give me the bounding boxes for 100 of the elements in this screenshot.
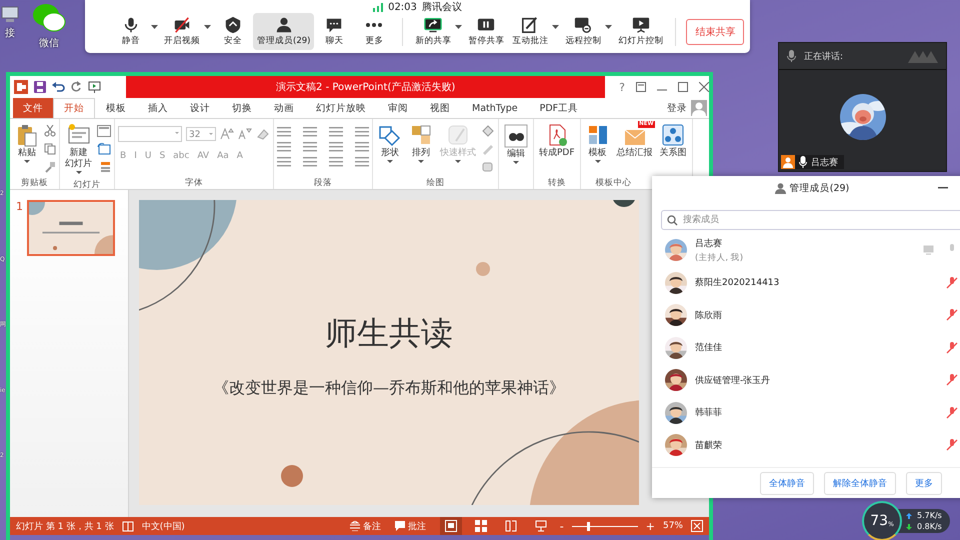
ribbon-button[interactable]: 新建 幻灯片 (63, 121, 94, 179)
desktop-icon-label[interactable]: 接 (5, 26, 15, 40)
upload-icon (906, 512, 912, 518)
notes-button[interactable]: 备注 (350, 520, 381, 532)
zoom-level[interactable]: 57% (662, 521, 683, 531)
paragraph-tools-drawing[interactable] (277, 125, 369, 169)
ribbon-tab[interactable]: 幻灯片放映 (305, 98, 377, 118)
slide-subtitle[interactable]: 《改变世界是一种信仰—乔布斯和他的苹果神话》 (213, 378, 565, 399)
upload-speed: 5.7K/s (917, 511, 942, 520)
ribbon-button[interactable]: 排列 (407, 121, 435, 168)
file-tab[interactable]: 文件 (13, 98, 53, 118)
comments-button[interactable]: 批注 (394, 520, 426, 532)
caret-icon[interactable] (552, 24, 560, 28)
caret-icon[interactable] (151, 24, 158, 28)
ribbon-button[interactable]: 转成PDF (537, 121, 577, 161)
app-icon[interactable] (14, 80, 28, 94)
ribbon-tab[interactable]: 动画 (263, 98, 305, 118)
toolbar-button[interactable]: 新的共享 (411, 13, 456, 50)
slide[interactable]: 师生共读 《改变世界是一种信仰—乔布斯和他的苹果神话》 (139, 200, 639, 505)
font-name-field[interactable] (118, 126, 182, 142)
zoom-in-button[interactable]: + (646, 520, 655, 532)
ribbon-tab[interactable]: 审阅 (377, 98, 419, 118)
ribbon-tab[interactable]: 视图 (419, 98, 461, 118)
end-share-button[interactable]: 结束共享 (686, 18, 744, 44)
maximize-icon[interactable] (678, 82, 688, 92)
chat-bubbles-icon[interactable] (32, 2, 66, 34)
toolbar-button[interactable]: 管理成员(29) (253, 13, 314, 50)
ribbon-tab[interactable]: PDF工具 (528, 98, 590, 118)
ribbon-button[interactable]: 形状 (376, 121, 404, 168)
slide-thumbnail[interactable] (27, 200, 115, 256)
sign-in-link[interactable]: 登录 (667, 102, 687, 114)
ribbon-tab[interactable]: 开始 (53, 98, 95, 118)
ribbon-tab[interactable]: 设计 (179, 98, 221, 118)
zoom-out-button[interactable]: - (560, 520, 564, 532)
scissors-icon[interactable] (44, 125, 56, 137)
caret-icon[interactable] (455, 24, 462, 28)
save-icon[interactable] (34, 81, 46, 93)
ribbon-button[interactable]: 模板 (584, 121, 612, 168)
ribbon-tab[interactable]: MathType (461, 98, 529, 118)
slideshow-icon[interactable] (88, 81, 101, 93)
reset-icon[interactable] (97, 143, 111, 155)
close-icon[interactable] (699, 82, 709, 92)
toolbar-button[interactable]: 更多 (354, 13, 394, 50)
ribbon-tab[interactable]: 切换 (221, 98, 263, 118)
ribbon-button[interactable]: 编辑 (502, 122, 530, 169)
toolbar-button[interactable]: 互动批注 (508, 13, 552, 50)
muted-microphone-icon[interactable] (946, 309, 958, 322)
ribbon-group-label: 绘图 (426, 177, 444, 189)
computer-icon[interactable] (0, 4, 20, 24)
person-icon (774, 182, 786, 194)
brush-icon[interactable] (44, 161, 56, 173)
view-button[interactable] (440, 517, 462, 535)
muted-microphone-icon[interactable] (946, 439, 958, 452)
toolbar-button[interactable]: 远程控制 (561, 13, 606, 50)
download-icon (906, 524, 912, 530)
shield-icon (224, 16, 242, 34)
slide-title[interactable]: 师生共读 (325, 312, 453, 356)
ribbon-button[interactable]: 关系图 (658, 121, 689, 161)
grow-font-icon[interactable] (220, 128, 234, 140)
ribbon-tab[interactable]: 模板 (95, 98, 137, 118)
layout-icon[interactable] (97, 125, 111, 137)
window-title: 演示文稿2 - PowerPoint(产品激活失败) (276, 80, 456, 94)
muted-microphone-icon[interactable] (946, 374, 958, 386)
caret-icon[interactable] (204, 24, 211, 28)
shrink-font-icon[interactable] (238, 128, 252, 140)
minimize-icon[interactable] (938, 187, 948, 189)
fill-icon[interactable] (481, 125, 495, 137)
toolbar-button[interactable]: 暂停共享 (464, 13, 508, 50)
member-action-button[interactable]: 全体静音 (760, 472, 814, 494)
undo-icon[interactable] (52, 81, 65, 93)
desktop-icon-label[interactable]: 微信 (39, 36, 59, 50)
toolbar-button[interactable]: 聊天 (314, 13, 354, 50)
cpu-value: 73 (870, 513, 888, 529)
muted-microphone-icon[interactable] (946, 276, 958, 289)
member-action-button[interactable]: 解除全体静音 (824, 472, 896, 494)
effects-icon[interactable] (481, 161, 495, 173)
caret-icon[interactable] (605, 24, 612, 28)
language-status[interactable]: 中文(中国) (142, 520, 185, 532)
ribbon-tab[interactable]: 插入 (137, 98, 179, 118)
copy-icon[interactable] (44, 143, 56, 155)
restore-icon[interactable] (636, 82, 646, 92)
eraser-icon[interactable] (256, 128, 270, 140)
toolbar-button[interactable]: 幻灯片控制 (614, 13, 668, 50)
member-name: 韩菲菲 (695, 406, 723, 420)
toolbar-button[interactable]: 安全 (213, 13, 253, 50)
muted-microphone-icon[interactable] (946, 342, 958, 354)
toolbar-button[interactable]: 静音 (111, 13, 151, 50)
remote-control-icon (574, 16, 592, 34)
search-field[interactable]: 搜索成员 (661, 210, 960, 230)
toolbar-button[interactable]: 开启视频 (160, 13, 204, 50)
fit-to-window-icon[interactable] (691, 520, 703, 532)
help-button[interactable]: ? (619, 80, 625, 94)
spell-check-icon[interactable] (122, 520, 134, 532)
user-icon[interactable] (691, 100, 707, 116)
redo-icon[interactable] (71, 81, 82, 93)
member-name: 陈欣雨 (695, 310, 723, 322)
muted-microphone-icon[interactable] (946, 406, 958, 419)
member-action-button[interactable]: 更多 (906, 472, 942, 494)
ribbon-button[interactable]: 粘贴 (13, 121, 41, 168)
font-size-field[interactable]: 32 (186, 127, 216, 141)
